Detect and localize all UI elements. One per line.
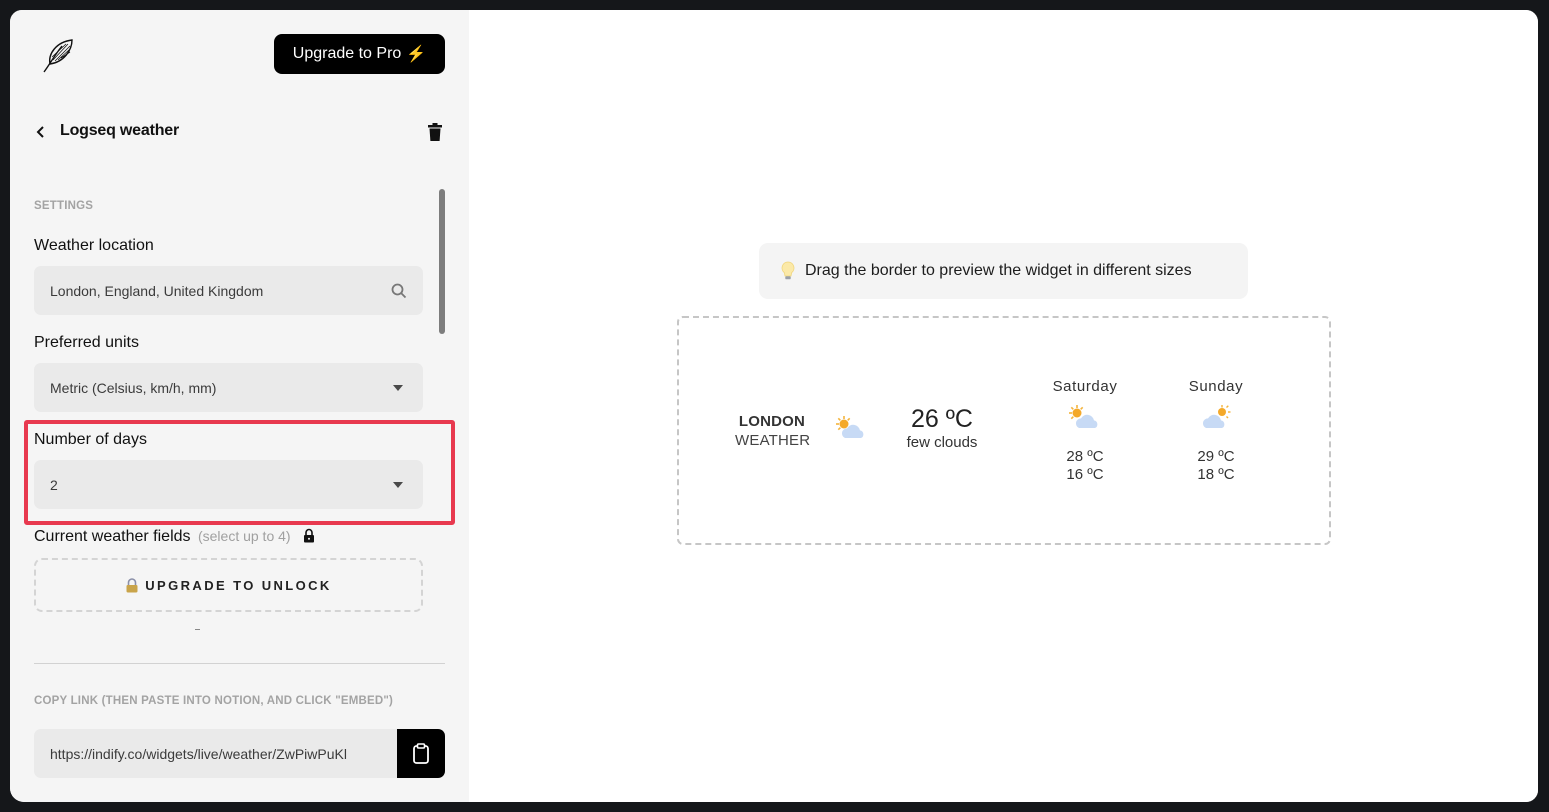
forecast-low: 18 ºC bbox=[1197, 466, 1235, 483]
upgrade-to-pro-button[interactable]: Upgrade to Pro ⚡ bbox=[274, 34, 445, 74]
widget-title: Logseq weather bbox=[60, 122, 180, 139]
current-weather: 26 ºC few clouds bbox=[901, 404, 983, 452]
widget-city: LONDON WEATHER bbox=[735, 412, 811, 450]
preferred-units-select[interactable]: Metric (Celsius, km/h, mm) bbox=[34, 363, 423, 412]
copy-link-button[interactable] bbox=[397, 729, 445, 778]
forecast-high: 29 ºC bbox=[1197, 448, 1235, 465]
lock-icon bbox=[126, 577, 138, 592]
city-name: LONDON bbox=[738, 413, 806, 430]
upgrade-to-unlock-button[interactable]: UPGRADE TO UNLOCK bbox=[34, 558, 423, 612]
settings-sidebar: Upgrade to Pro ⚡ Logseq weather SETTINGS… bbox=[10, 10, 469, 802]
trash-icon[interactable] bbox=[427, 122, 443, 142]
lightbulb-icon bbox=[781, 261, 795, 280]
forecast-day-name: Sunday bbox=[1188, 378, 1244, 395]
copy-link-section-label: COPY LINK (THEN PASTE INTO NOTION, AND C… bbox=[34, 695, 394, 707]
current-weather-fields-label: Current weather fields (select up to 4) bbox=[34, 528, 315, 546]
weather-location-label: Weather location bbox=[34, 237, 154, 254]
cloud-with-sun-icon bbox=[1202, 405, 1231, 428]
copy-link-row: https://indify.co/widgets/live/weather/Z… bbox=[34, 729, 445, 778]
back-chevron-icon[interactable] bbox=[34, 122, 46, 142]
upgrade-label: Upgrade to Pro bbox=[292, 45, 402, 62]
select-limit-hint: (select up to 4) bbox=[197, 528, 291, 544]
divider bbox=[34, 663, 445, 664]
number-of-days-label: Number of days bbox=[34, 431, 147, 448]
settings-section-label: SETTINGS bbox=[34, 200, 94, 212]
clipboard-icon bbox=[413, 742, 429, 764]
forecast-low: 16 ºC bbox=[1066, 466, 1104, 483]
weather-location-value: London, England, United Kingdom bbox=[50, 282, 264, 299]
chevron-down-icon bbox=[393, 384, 403, 391]
sun-behind-cloud-icon bbox=[1069, 405, 1098, 428]
current-weather-fields-text: Current weather fields bbox=[34, 528, 191, 545]
number-of-days-select[interactable]: 2 bbox=[34, 460, 423, 509]
upgrade-to-unlock-label: UPGRADE TO UNLOCK bbox=[145, 577, 332, 593]
weather-location-input[interactable]: London, England, United Kingdom bbox=[34, 266, 423, 315]
forecast-day-name: Saturday bbox=[1052, 378, 1118, 395]
city-subtitle: WEATHER bbox=[735, 432, 811, 449]
settings-scroll-area: SETTINGS Weather location London, Englan… bbox=[10, 180, 469, 802]
preferred-units-value: Metric (Celsius, km/h, mm) bbox=[50, 379, 217, 396]
preview-area: Drag the border to preview the widget in… bbox=[469, 10, 1538, 802]
chevron-down-icon bbox=[393, 481, 403, 488]
feather-logo-icon[interactable] bbox=[40, 36, 76, 74]
sun-behind-cloud-icon bbox=[836, 416, 864, 438]
forecast-day: Sunday 29 ºC 18 ºC bbox=[1171, 378, 1261, 484]
weather-widget-preview[interactable]: LONDON WEATHER 26 ºC few clouds Saturday bbox=[677, 316, 1331, 545]
lightning-bolt-icon: ⚡ bbox=[406, 46, 427, 63]
number-of-days-value: 2 bbox=[50, 476, 58, 493]
app-window: Upgrade to Pro ⚡ Logseq weather SETTINGS… bbox=[10, 10, 1538, 802]
current-description: few clouds bbox=[906, 434, 978, 451]
search-icon[interactable] bbox=[391, 283, 407, 299]
forecast-high: 28 ºC bbox=[1066, 448, 1104, 465]
preferred-units-label: Preferred units bbox=[34, 334, 139, 351]
separator-mark bbox=[195, 629, 200, 630]
resize-tip-text: Drag the border to preview the widget in… bbox=[805, 262, 1192, 279]
lock-icon bbox=[304, 528, 315, 543]
widget-link-field[interactable]: https://indify.co/widgets/live/weather/Z… bbox=[34, 729, 397, 778]
scrollbar-thumb[interactable] bbox=[439, 189, 445, 334]
widget-header: Logseq weather bbox=[34, 120, 445, 144]
current-temperature: 26 ºC bbox=[911, 405, 973, 433]
resize-tip: Drag the border to preview the widget in… bbox=[759, 243, 1248, 299]
forecast-day: Saturday 28 ºC 16 ºC bbox=[1040, 378, 1130, 484]
